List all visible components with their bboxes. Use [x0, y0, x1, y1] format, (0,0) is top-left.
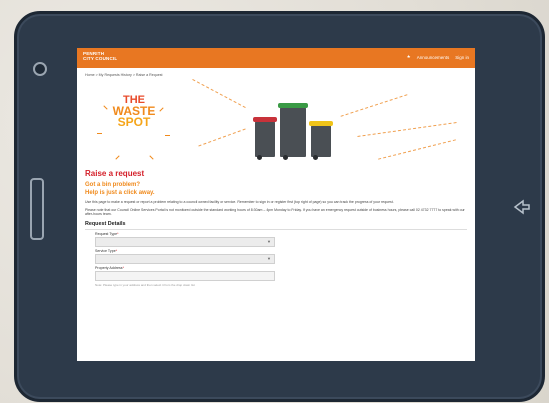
- dashed-path: [378, 139, 456, 160]
- service-type-label-text: Service Type: [95, 248, 116, 253]
- service-type-label: Service Type*: [95, 249, 467, 253]
- notice-text: Please note that our Council Online Serv…: [85, 207, 465, 217]
- bin-lid: [309, 121, 333, 126]
- waste-spot-logo: THE WASTE SPOT: [99, 95, 169, 157]
- sparkle-ray: [97, 133, 102, 134]
- request-type-label: Request Type*: [95, 232, 467, 236]
- dashed-path: [340, 94, 408, 117]
- camera-icon: [33, 62, 47, 76]
- back-icon[interactable]: [511, 196, 533, 218]
- bin-yellow: [309, 121, 333, 160]
- top-nav: ★ Announcements Sign in: [407, 54, 469, 60]
- bin-wheel: [313, 155, 318, 160]
- bin-wheel: [257, 155, 262, 160]
- request-type-select[interactable]: ▼: [95, 236, 275, 247]
- bin-wheel: [283, 155, 288, 160]
- nav-sign-in[interactable]: Sign in: [455, 55, 469, 60]
- bin-lid: [253, 117, 277, 122]
- page-subtitle-2: Help is just a click away.: [85, 190, 155, 196]
- logo-line2: CITY COUNCIL: [83, 56, 118, 61]
- required-mark: *: [117, 231, 119, 236]
- property-address-label-text: Property Address: [95, 265, 123, 270]
- page-subtitle-1: Got a bin problem?: [85, 182, 140, 188]
- bin-lid: [278, 103, 308, 108]
- main-content: Raise a request Got a bin problem? Help …: [77, 169, 475, 287]
- chevron-down-icon: ▼: [267, 238, 271, 244]
- sparkle-ray: [165, 135, 170, 136]
- service-type-field: Service Type* ▼: [95, 249, 467, 264]
- request-type-field: Request Type* ▼: [95, 232, 467, 247]
- property-address-label: Property Address*: [95, 266, 467, 270]
- bin-red: [253, 117, 277, 160]
- property-address-input[interactable]: [95, 270, 275, 281]
- dashed-path: [357, 122, 457, 137]
- side-button: [30, 178, 44, 240]
- tablet-screen: PENRITH CITY COUNCIL ★ Announcements Sig…: [77, 48, 475, 361]
- wheelie-bins-illustration: [247, 97, 337, 160]
- dashed-path: [198, 128, 246, 147]
- breadcrumb[interactable]: Home > My Requests History > Raise a Req…: [77, 68, 475, 77]
- site-header: PENRITH CITY COUNCIL ★ Announcements Sig…: [77, 48, 475, 68]
- property-address-hint: Note: Please type in your address and th…: [95, 282, 195, 287]
- dashed-path: [192, 78, 246, 109]
- hero-banner: THE WASTE SPOT: [77, 77, 475, 165]
- chevron-down-icon: ▼: [267, 255, 271, 261]
- section-heading: Request Details: [85, 221, 467, 230]
- arrow-icon: [513, 199, 530, 215]
- home-icon[interactable]: ★: [407, 54, 411, 60]
- service-type-select[interactable]: ▼: [95, 253, 275, 264]
- site-logo[interactable]: PENRITH CITY COUNCIL: [83, 51, 117, 61]
- logo-word-spot: SPOT: [117, 115, 151, 129]
- property-address-field: Property Address* Note: Please type in y…: [95, 266, 467, 287]
- request-type-label-text: Request Type: [95, 231, 118, 236]
- bin-green: [278, 103, 308, 160]
- required-mark: *: [122, 265, 124, 270]
- page-title: Raise a request: [85, 169, 145, 178]
- intro-text: Use this page to make a request or repor…: [85, 200, 394, 204]
- nav-announcements[interactable]: Announcements: [417, 55, 450, 60]
- required-mark: *: [115, 248, 118, 253]
